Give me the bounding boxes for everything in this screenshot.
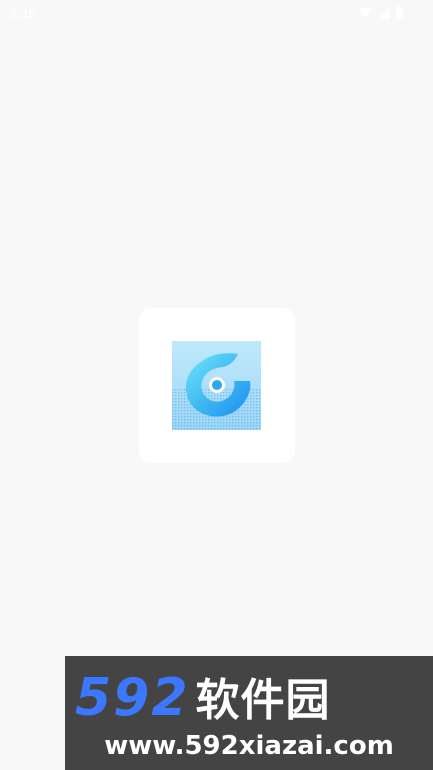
wifi-icon (358, 7, 372, 19)
watermark-brand: 592 软件园 (75, 668, 425, 731)
splash-card (139, 308, 295, 463)
watermark-banner: 592 软件园 www.592xiazai.com (65, 656, 433, 770)
watermark-brand-number: 592 (75, 668, 190, 728)
watermark-url: www.592xiazai.com (104, 731, 394, 761)
status-time: 3:46 (9, 6, 37, 22)
app-logo-icon (172, 341, 261, 430)
battery-icon (396, 6, 403, 19)
watermark-brand-text: 软件园 (195, 675, 331, 726)
status-bar: 3:46 (0, 0, 433, 28)
signal-icon (378, 6, 390, 19)
status-icons (358, 6, 403, 19)
